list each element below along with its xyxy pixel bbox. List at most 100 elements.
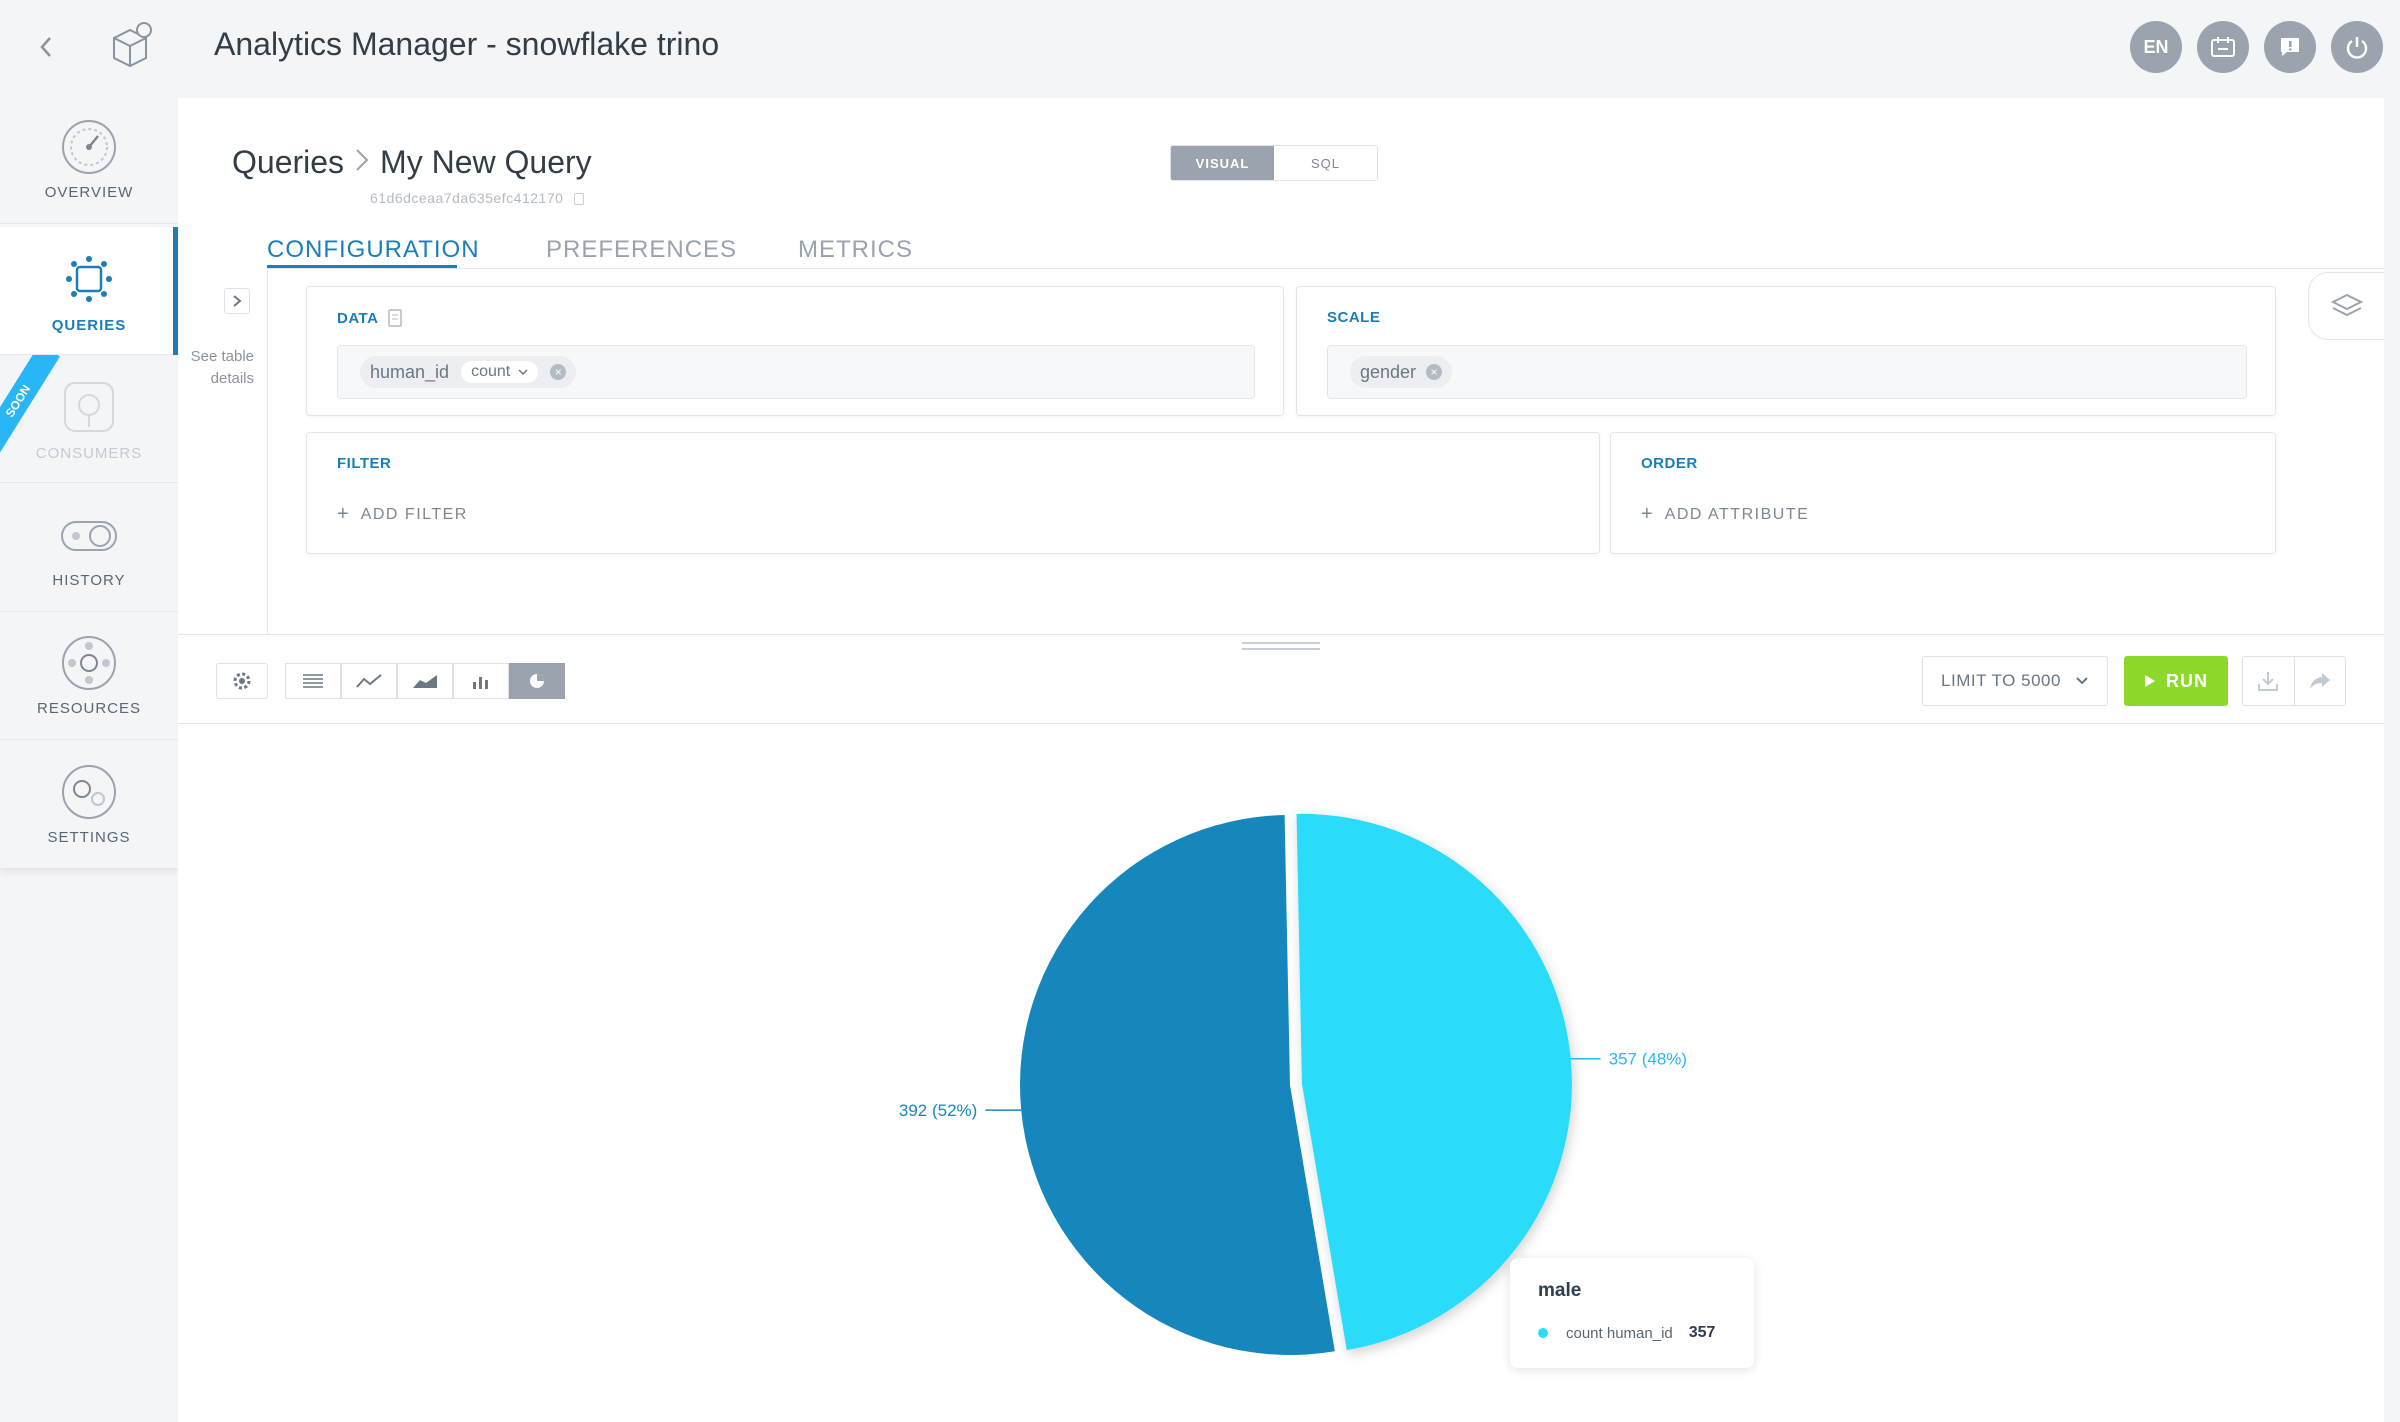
add-filter-button[interactable]: + ADD FILTER	[337, 503, 468, 526]
download-button[interactable]	[2243, 657, 2295, 705]
tab-preferences[interactable]: PREFERENCES	[546, 236, 737, 264]
query-name[interactable]: My New Query	[380, 144, 592, 181]
sidebar-item-history[interactable]: HISTORY	[0, 484, 178, 612]
tooltip-title: male	[1538, 1280, 1582, 1301]
expand-table-button[interactable]	[224, 288, 250, 314]
calendar-button[interactable]	[2197, 21, 2249, 73]
query-id: 61d6dceaa7da635efc412170	[370, 190, 584, 206]
sidebar-item-label: OVERVIEW	[44, 184, 134, 201]
sidebar-item-queries[interactable]: QUERIES	[0, 227, 178, 355]
data-card-title: DATA	[337, 309, 379, 327]
chart-settings-button[interactable]	[216, 663, 268, 699]
feedback-button[interactable]	[2264, 21, 2316, 73]
resize-handle[interactable]	[1242, 642, 1320, 650]
slice-label: 357 (48%)	[1609, 1050, 1687, 1069]
add-attribute-label: ADD ATTRIBUTE	[1664, 505, 1810, 523]
tab-configuration[interactable]: CONFIGURATION	[267, 236, 480, 264]
remove-chip-icon[interactable]: ×	[1426, 364, 1443, 380]
export-group	[2242, 656, 2346, 706]
feedback-icon	[2281, 38, 2299, 56]
gear-icon	[233, 672, 251, 690]
panel-divider	[178, 634, 2384, 635]
sidebar-item-label: CONSUMERS	[35, 445, 143, 462]
breadcrumb-chevron-icon	[354, 144, 370, 181]
document-icon[interactable]	[388, 309, 403, 327]
tooltip-metric: count human_id	[1566, 1324, 1673, 1342]
sql-mode-button[interactable]: SQL	[1274, 146, 1377, 180]
power-button[interactable]	[2331, 21, 2383, 73]
chart-type-group	[285, 663, 565, 699]
sidebar-item-label: SETTINGS	[47, 829, 131, 846]
sidebar: OVERVIEW QUERIES SOON CONSUMERS HISTORY …	[0, 96, 178, 871]
chart-tooltip: male count human_id 357	[1510, 1258, 1754, 1368]
play-icon	[2145, 675, 2155, 687]
data-chip[interactable]: human_id count ×	[360, 356, 577, 388]
filter-card-title: FILTER	[337, 455, 392, 472]
chart-type-bar[interactable]	[453, 663, 509, 699]
language-button[interactable]: EN	[2130, 21, 2182, 73]
breadcrumb: Queries My New Query	[232, 144, 592, 181]
add-attribute-button[interactable]: + ADD ATTRIBUTE	[1641, 503, 1809, 526]
visual-mode-button[interactable]: VISUAL	[1171, 146, 1274, 180]
chart-type-pie[interactable]	[509, 663, 565, 699]
settings-icon	[62, 765, 116, 819]
scale-card: SCALE gender ×	[1296, 286, 2276, 416]
scale-chip-field: gender	[1360, 361, 1417, 382]
aggregation-select[interactable]: count	[461, 361, 539, 383]
sidebar-item-label: QUERIES	[51, 317, 127, 334]
plus-icon: +	[337, 503, 349, 525]
plus-icon: +	[1641, 503, 1653, 525]
share-button[interactable]	[2295, 657, 2346, 705]
tabs-divider	[266, 268, 2384, 269]
back-icon[interactable]	[34, 30, 58, 64]
aggregation-value: count	[471, 363, 511, 380]
share-icon	[2309, 673, 2330, 689]
tab-metrics[interactable]: METRICS	[798, 236, 913, 264]
sidebar-item-settings[interactable]: SETTINGS	[0, 741, 178, 869]
filter-card: FILTER + ADD FILTER	[306, 432, 1600, 554]
consumers-icon	[64, 382, 114, 432]
run-button[interactable]: RUN	[2124, 656, 2228, 706]
add-filter-label: ADD FILTER	[360, 505, 468, 523]
data-chip-field: human_id	[370, 361, 450, 382]
chart-type-area[interactable]	[397, 663, 453, 699]
data-card: DATA human_id count ×	[306, 286, 1284, 416]
table-details-column	[178, 268, 268, 634]
chevron-down-icon	[518, 369, 528, 376]
area-chart-icon	[413, 675, 437, 688]
line-chart-icon	[356, 674, 382, 688]
power-icon	[2346, 37, 2368, 59]
limit-select[interactable]: LIMIT TO 5000	[1922, 656, 2108, 706]
pie-slice[interactable]	[1020, 815, 1335, 1355]
toolbar-divider	[178, 723, 2384, 724]
chart-type-table[interactable]	[285, 663, 341, 699]
sidebar-item-consumers[interactable]: SOON CONSUMERS	[0, 355, 178, 483]
calendar-icon	[2211, 37, 2235, 57]
see-table-details-label[interactable]: See table details	[184, 346, 254, 390]
queries-icon	[66, 256, 112, 302]
scale-field[interactable]: gender ×	[1327, 345, 2247, 399]
sidebar-item-overview[interactable]: OVERVIEW	[0, 96, 178, 224]
breadcrumb-parent[interactable]: Queries	[232, 144, 344, 181]
order-card-title: ORDER	[1641, 455, 1698, 472]
copy-icon[interactable]	[573, 193, 584, 206]
pie-chart-icon	[530, 674, 544, 688]
dashboard-icon	[62, 120, 116, 174]
scale-card-title: SCALE	[1327, 309, 1381, 326]
remove-chip-icon[interactable]: ×	[550, 364, 567, 380]
layers-panel-tab[interactable]	[2308, 272, 2384, 340]
tooltip-value: 357	[1688, 1324, 1716, 1341]
run-label: RUN	[2166, 670, 2208, 691]
sidebar-item-label: HISTORY	[52, 572, 126, 589]
order-card: ORDER + ADD ATTRIBUTE	[1610, 432, 2276, 554]
chevron-down-icon	[2076, 677, 2088, 685]
resources-icon	[62, 636, 116, 690]
app-title: Analytics Manager - snowflake trino	[214, 26, 720, 62]
scale-chip[interactable]: gender ×	[1350, 356, 1453, 388]
app-header: Analytics Manager - snowflake trino EN	[0, 0, 2400, 96]
sidebar-item-resources[interactable]: RESOURCES	[0, 612, 178, 740]
data-field[interactable]: human_id count ×	[337, 345, 1255, 399]
download-icon	[2258, 672, 2279, 691]
series-dot	[1538, 1328, 1548, 1338]
chart-type-line[interactable]	[341, 663, 397, 699]
